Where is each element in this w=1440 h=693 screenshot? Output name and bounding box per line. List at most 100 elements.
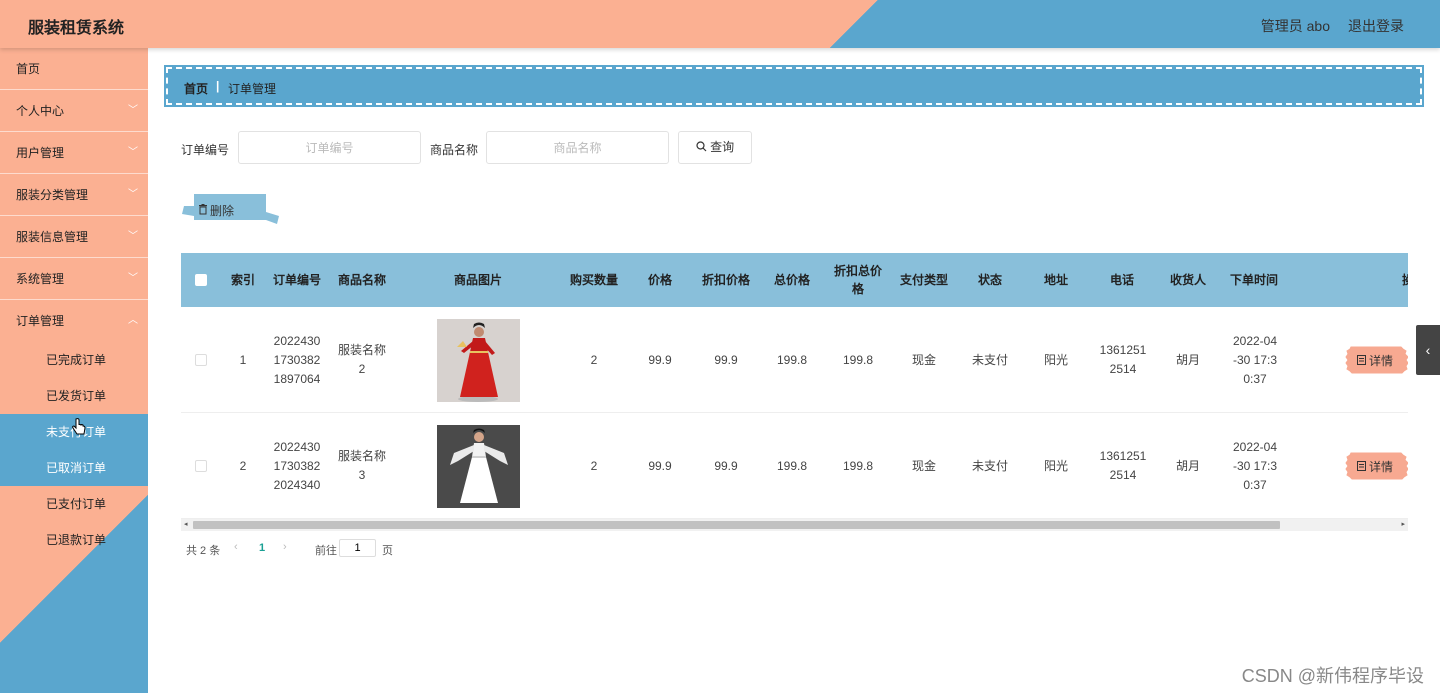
breadcrumb-separator: | <box>216 79 220 93</box>
cell-discount-price: 99.9 <box>714 352 738 367</box>
detail-button-label: 详情 <box>1369 460 1394 474</box>
order-no-input[interactable] <box>238 131 421 164</box>
column-header: 收货人 <box>1169 273 1206 287</box>
column-header: 地址 <box>1043 273 1068 287</box>
product-name-input[interactable] <box>486 131 669 164</box>
row-checkbox[interactable] <box>195 354 207 366</box>
search-button-label: 查询 <box>710 140 735 154</box>
cell-actions: 详情 <box>1341 413 1408 519</box>
sidebar-subitem-paid[interactable]: 已支付订单 <box>0 486 148 522</box>
cell-price: 99.9 <box>648 352 672 367</box>
sidebar-item-label: 系统管理 <box>16 272 65 286</box>
sidebar-item-label: 个人中心 <box>16 104 65 118</box>
cell-receiver: 胡月 <box>1175 458 1200 473</box>
sidebar-subitem-shipped[interactable]: 已发货订单 <box>0 378 148 414</box>
prev-page-icon[interactable]: ‹ <box>234 541 238 553</box>
cell-discount-total: 199.8 <box>842 352 874 367</box>
document-icon <box>1357 355 1366 365</box>
cell-status: 未支付 <box>971 458 1008 473</box>
watermark: CSDN @新伟程序毕设 <box>1241 666 1424 686</box>
cell-pay-type: 现金 <box>911 458 936 473</box>
table-row: 2 20224301730382 2024340 服装名称3 2 99.9 99… <box>181 413 1408 519</box>
scrollbar-thumb[interactable] <box>193 521 1280 529</box>
column-header: 折扣价格 <box>701 273 750 287</box>
sidebar-subitem-completed[interactable]: 已完成订单 <box>0 342 148 378</box>
cell-phone: 13612512514 <box>1099 449 1147 482</box>
column-header: 下单时间 <box>1229 273 1278 287</box>
delete-button-label: 删除 <box>210 204 235 218</box>
column-header: 折扣总价格 <box>833 264 882 296</box>
next-page-icon[interactable]: › <box>283 541 287 553</box>
column-header: 总价格 <box>773 273 810 287</box>
sidebar-item-label: 服装信息管理 <box>16 230 89 244</box>
product-image-red-dress <box>437 318 520 402</box>
delete-button[interactable]: 删除 <box>182 194 280 224</box>
row-checkbox[interactable] <box>195 460 207 472</box>
sidebar-item-order-management[interactable]: 订单管理 ︿ <box>0 300 148 342</box>
search-icon <box>696 141 707 152</box>
chevron-down-icon: ﹀ <box>128 147 138 158</box>
order-no-label: 订单编号 <box>181 143 230 157</box>
column-header: 订单编号 <box>272 273 321 287</box>
product-name-label: 商品名称 <box>430 143 479 157</box>
main-content: 首页 | 订单管理 订单编号 商品名称 查询 删除 索引 订单编号 商品名称 商… <box>148 48 1440 693</box>
cell-phone: 13612512514 <box>1099 343 1147 376</box>
scroll-left-icon[interactable]: ◂ <box>184 519 188 531</box>
cell-order-time: 2022-04-30 17:30:37 <box>1232 333 1278 386</box>
sidebar-subitem-refunded[interactable]: 已退款订单 <box>0 522 148 558</box>
detail-button[interactable]: 详情 <box>1343 345 1408 375</box>
cell-image <box>395 413 561 519</box>
sidebar-item-home[interactable]: 首页 <box>0 48 148 90</box>
cell-total: 199.8 <box>776 458 808 473</box>
hand-cursor-icon <box>72 418 86 435</box>
sidebar: 首页 个人中心 ﹀ 用户管理 ﹀ 服装分类管理 ﹀ 服装信息管理 ﹀ 系统管理 ﹀ 订单管… <box>0 48 148 693</box>
column-header: 商品名称 <box>337 273 386 287</box>
column-header: 状态 <box>977 273 1002 287</box>
column-header: 购买数量 <box>569 273 618 287</box>
column-header: 商品图片 <box>453 273 502 287</box>
cell-price: 99.9 <box>648 458 672 473</box>
collapse-panel-button[interactable]: ‹ <box>1416 325 1440 375</box>
horizontal-scrollbar[interactable]: ◂ ▸ <box>181 519 1408 531</box>
sidebar-subitem-cancelled[interactable]: 已取消订单 <box>0 450 148 486</box>
cell-index: 2 <box>239 458 247 473</box>
select-all-checkbox[interactable] <box>195 274 207 286</box>
logout-link[interactable]: 退出登录 <box>1348 16 1404 36</box>
scroll-right-icon[interactable]: ▸ <box>1401 519 1405 531</box>
cell-discount-price: 99.9 <box>714 458 738 473</box>
breadcrumb: 首页 | 订单管理 <box>165 66 1423 106</box>
chevron-down-icon: ﹀ <box>128 189 138 200</box>
cell-status: 未支付 <box>971 352 1008 367</box>
search-button[interactable]: 查询 <box>678 131 752 164</box>
chevron-down-icon: ﹀ <box>128 105 138 116</box>
page-number[interactable]: 1 <box>259 542 265 554</box>
cell-order-time: 2022-04-30 17:30:37 <box>1232 439 1278 492</box>
column-header: 索引 <box>230 273 255 287</box>
sidebar-item-personal-center[interactable]: 个人中心 ﹀ <box>0 90 148 132</box>
pagination-total: 共 2 条 <box>186 545 221 557</box>
trash-icon <box>199 204 207 215</box>
select-all-cell <box>181 253 221 307</box>
app-title: 服装租赁系统 <box>28 20 125 37</box>
goto-page-input[interactable] <box>339 539 376 557</box>
sidebar-item-system-management[interactable]: 系统管理 ﹀ <box>0 258 148 300</box>
cell-receiver: 胡月 <box>1175 352 1200 367</box>
breadcrumb-home[interactable]: 首页 <box>184 80 208 97</box>
sidebar-item-user-management[interactable]: 用户管理 ﹀ <box>0 132 148 174</box>
sidebar-item-category-management[interactable]: 服装分类管理 ﹀ <box>0 174 148 216</box>
cell-address: 阳光 <box>1043 352 1068 367</box>
chevron-down-icon: ﹀ <box>128 231 138 242</box>
sidebar-item-label: 订单管理 <box>16 314 65 328</box>
chevron-up-icon: ︿ <box>128 315 138 326</box>
cell-pay-type: 现金 <box>911 352 936 367</box>
order-table: 索引 订单编号 商品名称 商品图片 购买数量 价格 折扣价格 总价格 折扣总价格… <box>181 253 1408 533</box>
column-header: 操 <box>1401 273 1408 287</box>
cell-index: 1 <box>239 352 247 367</box>
column-header: 电话 <box>1109 273 1134 287</box>
document-icon <box>1357 461 1366 471</box>
row-select-cell <box>181 307 221 413</box>
current-user: 管理员 abo <box>1260 18 1330 34</box>
column-header: 支付类型 <box>899 273 948 287</box>
sidebar-item-clothing-info[interactable]: 服装信息管理 ﹀ <box>0 216 148 258</box>
detail-button[interactable]: 详情 <box>1343 451 1408 481</box>
